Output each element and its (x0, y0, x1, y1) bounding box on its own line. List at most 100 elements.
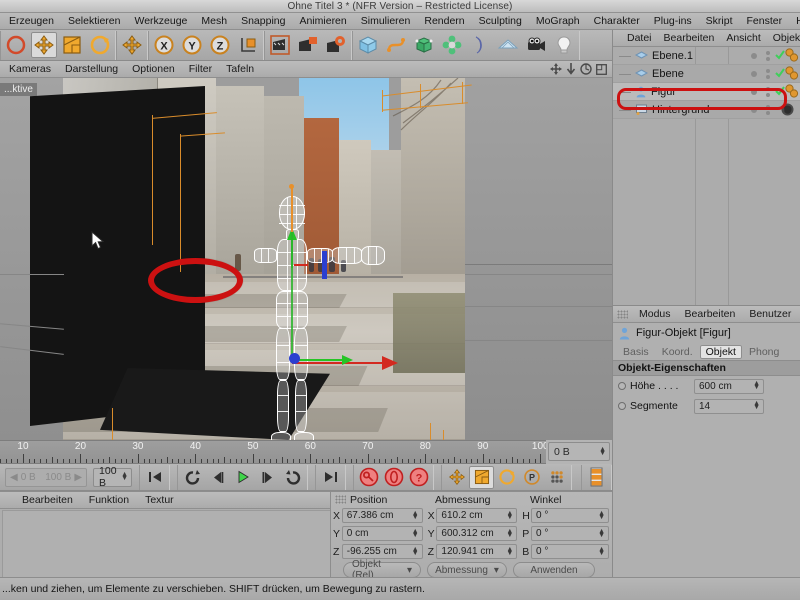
spline-icon[interactable] (383, 32, 409, 58)
menu-item-animieren[interactable]: Animieren (292, 13, 353, 29)
menu-item-skript[interactable]: Skript (699, 13, 740, 29)
maximize-view-icon[interactable] (596, 63, 607, 75)
spinner-icon[interactable]: ▲ ▼ (598, 510, 605, 521)
render-view-icon[interactable] (267, 32, 293, 58)
object-menu-datei[interactable]: Datei (621, 30, 658, 46)
object-tags[interactable] (774, 84, 800, 99)
editor-visibility-dot[interactable] (751, 106, 757, 113)
material-menu-funktion[interactable]: Funktion (81, 492, 137, 508)
menu-item-snapping[interactable]: Snapping (234, 13, 292, 29)
end-frame-field[interactable]: 100 B ▲ ▼ (93, 465, 132, 489)
scale-tool-icon[interactable] (59, 32, 85, 58)
size-y-field[interactable]: 600.312 cm ▲ ▼ (436, 526, 518, 541)
apply-button[interactable]: Anwenden (513, 562, 595, 578)
editor-visibility-dot[interactable] (751, 88, 757, 95)
timeline-ruler[interactable]: 10 20 30 40 50 60 70 80 90 100 (0, 440, 546, 464)
viewport-menu-optionen[interactable]: Optionen (125, 61, 182, 77)
spinner-icon[interactable]: ▲ ▼ (598, 528, 605, 539)
keyframe-selection-button[interactable]: ? (406, 466, 431, 489)
size-x-field[interactable]: 610.2 cm ▲ ▼ (436, 508, 518, 523)
render-region-icon[interactable] (295, 32, 321, 58)
axis-x-arrow[interactable] (382, 356, 398, 370)
panel-grip-icon[interactable] (617, 309, 628, 319)
rotate-tool-icon[interactable] (87, 32, 113, 58)
timeline-range-field[interactable]: ◀ 0 B 100 B ▶ (5, 467, 88, 487)
object-row-hintergrund[interactable]: Hintergrund (613, 101, 800, 119)
undo-icon[interactable] (3, 32, 29, 58)
axis-x-handle[interactable] (292, 362, 388, 364)
angle-b-field[interactable]: 0 ° ▲ ▼ (531, 544, 609, 559)
segmente-field[interactable]: 14 ▲ ▼ (694, 398, 764, 414)
spinner-icon[interactable]: ▲ ▼ (506, 528, 513, 539)
axis-green-arrow[interactable] (342, 355, 353, 365)
camera-icon[interactable] (523, 32, 549, 58)
viewport-menu-kameras[interactable]: Kameras (2, 61, 58, 77)
menu-item-erzeugen[interactable]: Erzeugen (2, 13, 61, 29)
spinner-icon[interactable]: ▲ ▼ (753, 380, 760, 391)
range-next-arrow[interactable]: ▶ (74, 472, 82, 483)
attr-menu-modus[interactable]: Modus (632, 306, 678, 322)
hoehe-radio[interactable] (618, 382, 626, 390)
spinner-icon[interactable]: ▲ ▼ (599, 446, 606, 457)
next-key-button[interactable] (280, 466, 305, 489)
spinner-icon[interactable]: ▲ ▼ (506, 510, 513, 521)
attr-menu-benutzer[interactable]: Benutzer (742, 306, 798, 322)
angle-p-field[interactable]: 0 ° ▲ ▼ (531, 526, 609, 541)
render-settings-icon[interactable] (323, 32, 349, 58)
menu-item-sculpting[interactable]: Sculpting (472, 13, 529, 29)
coordinate-mode-dropdown[interactable]: Objekt (Rel) ▾ (343, 559, 421, 581)
previous-key-button[interactable] (180, 466, 205, 489)
segmente-radio[interactable] (618, 402, 626, 410)
position-y-field[interactable]: 0 cm ▲ ▼ (341, 526, 423, 541)
viewport-3d[interactable]: ...ktive (0, 78, 612, 440)
environment-icon[interactable] (495, 32, 521, 58)
object-tags[interactable] (774, 66, 800, 81)
move-axis-icon[interactable] (119, 32, 145, 58)
spinner-icon[interactable]: ▲ ▼ (412, 528, 419, 539)
move-tool-icon[interactable] (31, 32, 57, 58)
step-back-button[interactable] (205, 466, 230, 489)
menu-item-plug-ins[interactable]: Plug-ins (647, 13, 699, 29)
deformer-icon[interactable] (467, 32, 493, 58)
pan-icon[interactable] (550, 63, 562, 75)
spinner-icon[interactable]: ▲ ▼ (598, 546, 605, 557)
editor-visibility-dot[interactable] (751, 52, 757, 59)
size-z-field[interactable]: 120.941 cm ▲ ▼ (436, 544, 518, 559)
attribute-tab-objekt[interactable]: Objekt (699, 344, 742, 359)
object-tags[interactable] (774, 102, 800, 117)
parameter-key-toggle[interactable]: P (519, 466, 544, 489)
spinner-icon[interactable]: ▲ ▼ (506, 546, 513, 557)
object-row-ebene-1[interactable]: Ebene.1 (613, 47, 800, 65)
step-forward-button[interactable] (255, 466, 280, 489)
go-to-end-button[interactable] (318, 466, 343, 489)
object-tags[interactable] (774, 48, 800, 63)
menu-item-hilfe[interactable]: Hilfe (789, 13, 800, 29)
menu-item-charakter[interactable]: Charakter (587, 13, 647, 29)
attribute-tab-phong[interactable]: Phong (743, 345, 785, 359)
rotation-key-toggle[interactable] (494, 466, 519, 489)
mograph-icon[interactable] (439, 32, 465, 58)
spinner-icon[interactable]: ▲ ▼ (121, 471, 128, 482)
menu-item-mesh[interactable]: Mesh (194, 13, 234, 29)
object-tree-list[interactable]: Ebene.1 Ebene Figur Hintergrund (613, 47, 800, 119)
editor-visibility-dot[interactable] (751, 70, 757, 77)
light-icon[interactable] (551, 32, 577, 58)
generator-icon[interactable] (411, 32, 437, 58)
record-keyframe-button[interactable] (356, 466, 381, 489)
menu-item-fenster[interactable]: Fenster (740, 13, 790, 29)
angle-h-field[interactable]: 0 ° ▲ ▼ (531, 508, 609, 523)
dolly-icon[interactable] (566, 63, 576, 75)
menu-item-simulieren[interactable]: Simulieren (354, 13, 418, 29)
size-mode-dropdown[interactable]: Abmessung ▾ (427, 562, 507, 578)
lock-x-axis-icon[interactable]: X (151, 32, 177, 58)
attr-menu-bearbeiten[interactable]: Bearbeiten (678, 306, 743, 322)
material-menu-bearbeiten[interactable]: Bearbeiten (14, 492, 81, 508)
position-z-field[interactable]: -96.255 cm ▲ ▼ (341, 544, 423, 559)
object-menu-objekte[interactable]: Objekte (767, 30, 800, 46)
viewport-menu-filter[interactable]: Filter (182, 61, 219, 77)
cube-primitive-icon[interactable] (355, 32, 381, 58)
scale-key-toggle[interactable] (469, 465, 494, 489)
range-prev-arrow[interactable]: ◀ (10, 472, 18, 483)
position-key-toggle[interactable] (444, 466, 469, 489)
go-to-start-button[interactable] (142, 466, 167, 489)
